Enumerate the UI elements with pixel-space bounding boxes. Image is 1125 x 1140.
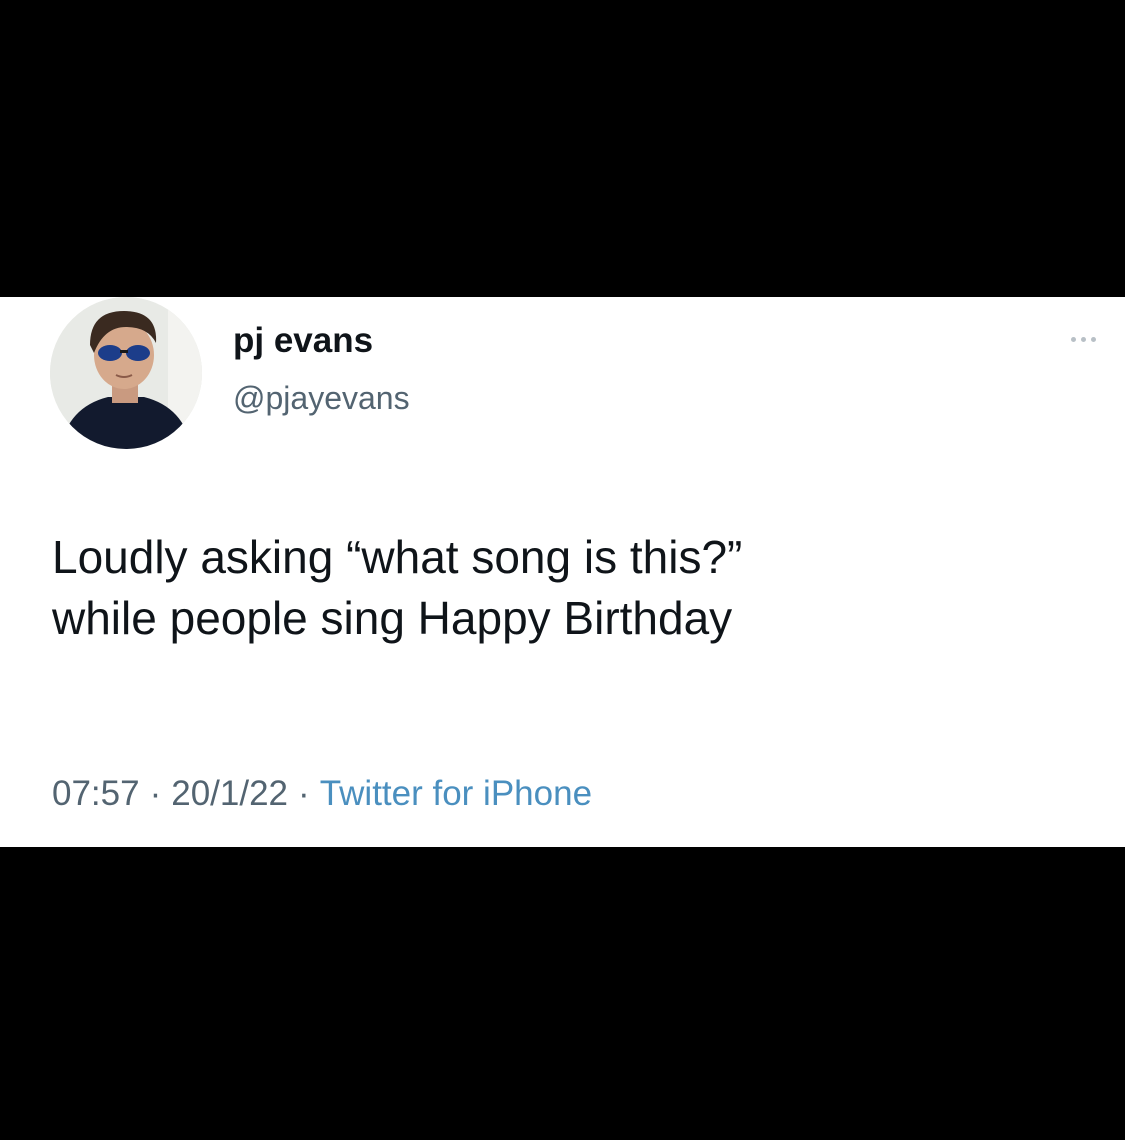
tweet-time[interactable]: 07:57 [52, 774, 140, 813]
tweet-text: Loudly asking “what song is this?” while… [52, 527, 1082, 649]
screenshot-frame: pj evans @pjayevans Loudly asking “what … [0, 0, 1125, 1140]
display-name[interactable]: pj evans [233, 319, 373, 363]
user-handle[interactable]: @pjayevans [233, 377, 410, 419]
more-horizontal-icon [1090, 336, 1096, 342]
tweet-card: pj evans @pjayevans Loudly asking “what … [0, 297, 1125, 847]
tweet-date[interactable]: 20/1/22 [171, 774, 288, 813]
more-horizontal-icon [1080, 336, 1086, 342]
more-options-button[interactable] [1058, 327, 1108, 351]
separator: · [149, 774, 162, 813]
tweet-text-line: Loudly asking “what song is this?” [52, 531, 743, 583]
tweet-text-line: while people sing Happy Birthday [52, 592, 733, 644]
tweet-metadata: 07:57 · 20/1/22 · Twitter for iPhone [52, 772, 592, 816]
avatar[interactable] [50, 297, 202, 449]
tweet-source-link[interactable]: Twitter for iPhone [320, 774, 592, 813]
more-horizontal-icon [1070, 336, 1076, 342]
separator: · [298, 774, 310, 813]
